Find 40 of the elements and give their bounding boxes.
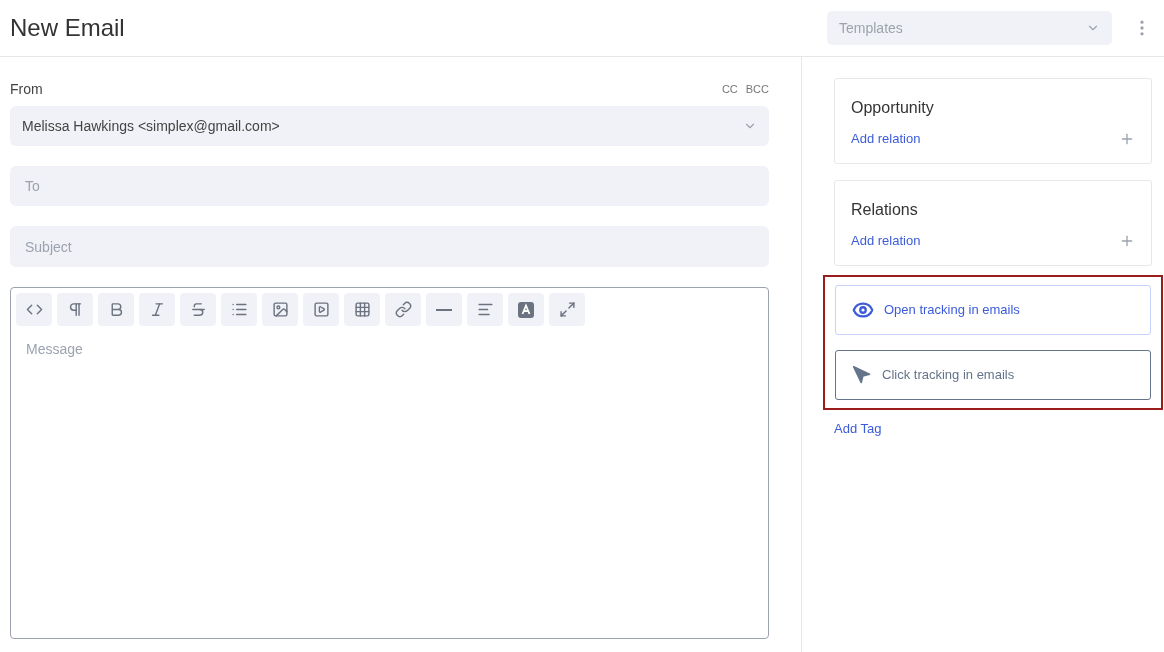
text-color-icon [517,300,535,319]
toolbar-button[interactable] [344,293,380,326]
align-left-icon [476,301,494,318]
tracking-toggle[interactable]: Open tracking in emails [835,285,1151,335]
toolbar-button[interactable] [221,293,257,326]
toolbar-button[interactable] [303,293,339,326]
page-title: New Email [10,13,125,43]
toolbar-button[interactable] [549,293,585,326]
list-icon [230,301,248,318]
tracking-toggle[interactable]: Click tracking in emails [835,350,1151,400]
link-icon [394,301,412,318]
toolbar-button[interactable] [426,293,462,326]
add-relation-link[interactable]: Add relation [851,231,921,251]
toolbar-button[interactable] [262,293,298,326]
strikethrough-icon [189,301,207,318]
card-title: Opportunity [851,98,935,118]
from-label: From [10,80,43,99]
play-icon [312,301,330,318]
image-icon [271,301,289,318]
message-placeholder: Message [26,340,84,359]
toolbar-button[interactable] [385,293,421,326]
toolbar-button[interactable] [98,293,134,326]
toolbar-button[interactable] [16,293,52,326]
toolbar-button[interactable] [508,293,544,326]
toolbar-button[interactable] [467,293,503,326]
toolbar-button[interactable] [180,293,216,326]
from-select[interactable]: Melissa Hawkings <simplex@gmail.com> [10,106,769,146]
bcc-link[interactable]: BCC [745,81,769,98]
toolbar-button[interactable] [139,293,175,326]
horizontal-line-icon [436,308,452,311]
cc-link[interactable]: CC [721,81,738,98]
subject-field[interactable]: Subject [10,226,769,267]
toolbar-button[interactable] [57,293,93,326]
add-tag-link[interactable]: Add Tag [834,419,882,439]
table-icon [353,301,371,318]
add-relation-link[interactable]: Add relation [851,129,921,149]
pointer-icon [852,365,872,385]
expand-icon [558,301,576,318]
to-field[interactable]: To [10,166,769,206]
card-title: Relations [851,200,919,220]
